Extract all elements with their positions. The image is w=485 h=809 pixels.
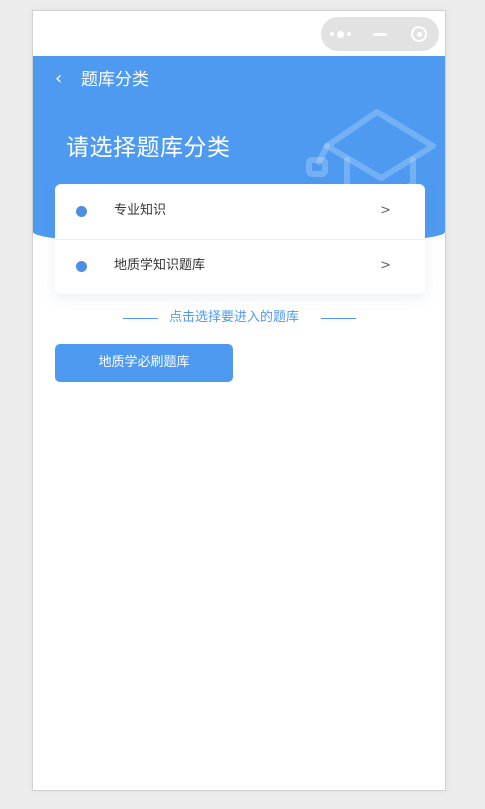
target-icon[interactable] bbox=[404, 19, 434, 49]
hint-text: 点击选择要进入的题库 bbox=[169, 310, 300, 325]
hint-divider: 点击选择要进入的题库 bbox=[33, 308, 445, 328]
divider-line bbox=[321, 318, 356, 319]
category-list: 专业知识 > 地质学知识题库 > bbox=[55, 184, 425, 294]
bullet-dot-icon bbox=[76, 206, 87, 217]
list-item[interactable]: 地质学知识题库 > bbox=[55, 239, 425, 294]
chevron-right-icon: > bbox=[380, 258, 391, 273]
top-bar bbox=[33, 11, 445, 56]
bullet-dot-icon bbox=[76, 261, 87, 272]
chevron-left-icon[interactable]: ‹ bbox=[55, 68, 69, 90]
hero-title: 请选择题库分类 bbox=[66, 135, 231, 161]
list-item-label: 地质学知识题库 bbox=[114, 258, 206, 273]
question-bank-button[interactable]: 地质学必刷题库 bbox=[55, 344, 233, 382]
more-dots-icon[interactable] bbox=[326, 19, 356, 49]
phone-frame: ‹ 题库分类 请选择题库分类 专业知识 > 地质学知识题库 > 点击选择要进入的… bbox=[32, 10, 446, 791]
chevron-right-icon: > bbox=[380, 203, 391, 218]
list-item[interactable]: 专业知识 > bbox=[55, 184, 425, 240]
nav-bar: ‹ 题库分类 bbox=[33, 56, 445, 106]
mini-program-capsule bbox=[321, 17, 439, 51]
minimize-icon[interactable] bbox=[365, 19, 395, 49]
divider-line bbox=[123, 318, 158, 319]
list-item-label: 专业知识 bbox=[114, 203, 167, 218]
page-title: 题库分类 bbox=[81, 70, 149, 90]
